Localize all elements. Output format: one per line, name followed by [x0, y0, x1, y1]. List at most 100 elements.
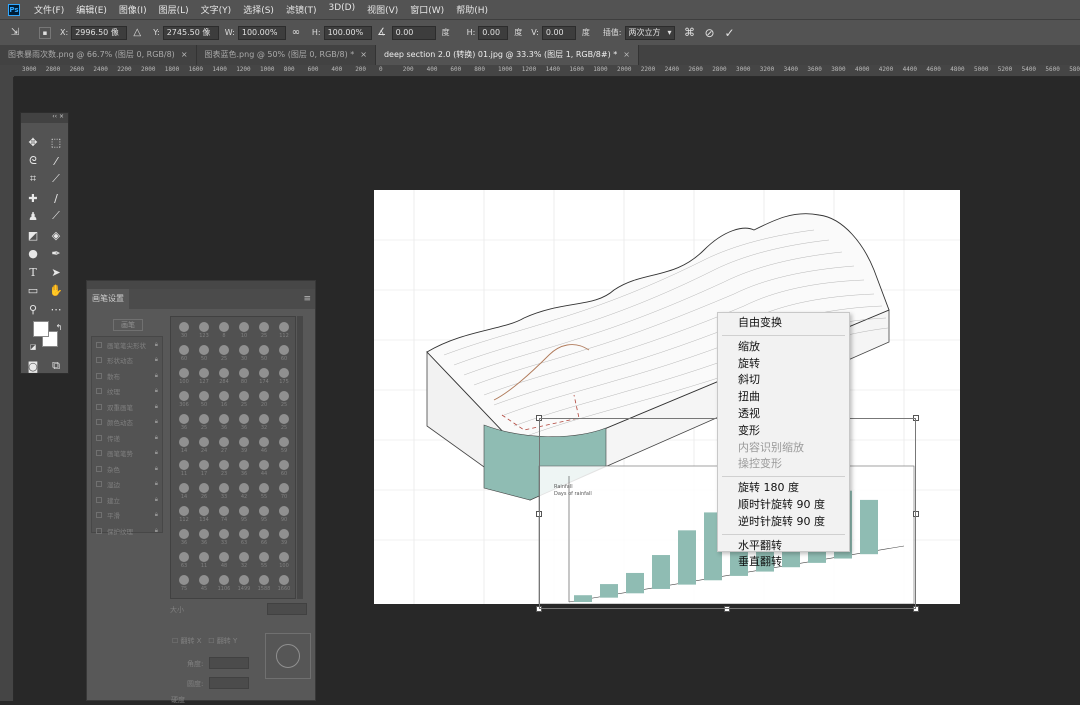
- checkbox[interactable]: [96, 512, 102, 519]
- lock-icon[interactable]: 🔒︎: [155, 465, 158, 473]
- brush-icon[interactable]: ∕: [48, 190, 64, 206]
- lock-icon[interactable]: 🔒︎: [155, 372, 158, 380]
- move-icon[interactable]: ✥: [25, 134, 41, 150]
- brush-tip[interactable]: 46: [255, 435, 273, 457]
- brush-tip[interactable]: 55: [255, 550, 273, 572]
- tips-scrollbar[interactable]: [297, 316, 303, 599]
- lock-icon[interactable]: 🔒︎: [155, 341, 158, 349]
- brush-option-item[interactable]: 双重画笔 🔒︎: [92, 399, 162, 415]
- pen-icon[interactable]: ✒: [48, 245, 64, 261]
- brush-tip[interactable]: 11: [175, 458, 193, 480]
- warp-mode-icon[interactable]: ⌘: [683, 26, 697, 40]
- brush-tip[interactable]: 66: [255, 527, 273, 549]
- brush-tip[interactable]: 33: [215, 481, 233, 503]
- cancel-transform-icon[interactable]: ⊘: [703, 26, 717, 40]
- context-menu-item[interactable]: 垂直翻转: [718, 554, 849, 571]
- brush-preset-button[interactable]: 画笔: [113, 319, 143, 331]
- menu-item[interactable]: 窗口(W): [404, 3, 450, 16]
- document-tab[interactable]: 图表暴雨次数.png @ 66.7% (图层 0, RGB/8) ×: [0, 45, 197, 65]
- close-icon[interactable]: ×: [360, 50, 367, 59]
- brush-tip[interactable]: 25: [255, 320, 273, 342]
- lock-icon[interactable]: 🔒︎: [155, 356, 158, 364]
- brush-option-item[interactable]: 形状动态 🔒︎: [92, 353, 162, 369]
- brush-tip[interactable]: 20: [255, 389, 273, 411]
- brush-tip[interactable]: 112: [275, 320, 293, 342]
- brush-option-item[interactable]: 纹理 🔒︎: [92, 384, 162, 400]
- swap-colors-icon[interactable]: ↰: [51, 319, 67, 335]
- blur-icon[interactable]: ●: [25, 245, 41, 261]
- brush-tip[interactable]: 112: [175, 504, 193, 526]
- menu-item[interactable]: 3D(D): [322, 3, 361, 16]
- checkbox[interactable]: [96, 527, 102, 534]
- brush-tip[interactable]: 50: [255, 343, 273, 365]
- brush-tip[interactable]: 100: [275, 550, 293, 572]
- hand-icon[interactable]: ✋: [48, 282, 64, 298]
- brush-tip[interactable]: 100: [175, 366, 193, 388]
- lock-icon[interactable]: 🔒︎: [155, 418, 158, 426]
- commit-transform-icon[interactable]: ✓: [723, 26, 737, 40]
- document-tab[interactable]: 图表蓝色.png @ 50% (图层 0, RGB/8) * ×: [196, 45, 376, 65]
- brush-tip[interactable]: 16: [215, 389, 233, 411]
- brush-tip[interactable]: 14: [175, 481, 193, 503]
- brush-tip[interactable]: 60: [275, 458, 293, 480]
- healing-icon[interactable]: ✚: [25, 190, 41, 206]
- brush-option-item[interactable]: 颜色动态 🔒︎: [92, 415, 162, 431]
- menu-item[interactable]: 文字(Y): [195, 3, 238, 16]
- brush-tip[interactable]: 127: [195, 366, 213, 388]
- context-menu-item[interactable]: 顺时针旋转 90 度: [718, 497, 849, 514]
- brush-tip[interactable]: 8: [215, 320, 233, 342]
- lasso-icon[interactable]: ᘓ: [25, 153, 41, 169]
- checkbox[interactable]: [96, 434, 102, 441]
- brush-tip[interactable]: 11: [195, 550, 213, 572]
- brush-tip[interactable]: 33: [215, 527, 233, 549]
- lock-icon[interactable]: 🔒︎: [155, 496, 158, 504]
- brush-tip[interactable]: 134: [195, 504, 213, 526]
- context-menu-item[interactable]: 斜切: [718, 372, 849, 389]
- brush-tip[interactable]: 25: [275, 412, 293, 434]
- brush-tip[interactable]: 50: [195, 389, 213, 411]
- brush-tip[interactable]: 36: [215, 412, 233, 434]
- brush-angle-preview[interactable]: [265, 633, 311, 679]
- brush-tip[interactable]: 95: [255, 504, 273, 526]
- checkbox[interactable]: [96, 372, 102, 379]
- checkbox[interactable]: [96, 465, 102, 472]
- context-menu-item[interactable]: 缩放: [718, 339, 849, 356]
- menu-item[interactable]: 滤镜(T): [280, 3, 323, 16]
- brush-tip[interactable]: 45: [195, 573, 213, 595]
- brush-tip[interactable]: 63: [175, 550, 193, 572]
- brush-option-item[interactable]: 建立 🔒︎: [92, 492, 162, 508]
- bucket-icon[interactable]: ◈: [48, 227, 64, 243]
- brush-tip[interactable]: 30: [175, 320, 193, 342]
- flip-x-checkbox[interactable]: ☐: [172, 637, 181, 645]
- screen-mode-icon[interactable]: ⧉: [48, 358, 64, 374]
- checkbox[interactable]: [96, 419, 102, 426]
- x-field[interactable]: 2996.50 像: [71, 25, 128, 40]
- brush-option-item[interactable]: 杂色 🔒︎: [92, 461, 162, 477]
- brush-tip[interactable]: 60: [175, 343, 193, 365]
- brush-tip[interactable]: 30: [235, 343, 253, 365]
- panel-title[interactable]: 画笔设置: [87, 289, 129, 309]
- interpolation-select[interactable]: 两次立方 ▾: [624, 25, 675, 40]
- brush-tip[interactable]: 25: [215, 343, 233, 365]
- path-select-icon[interactable]: ➤: [48, 264, 64, 280]
- size-field[interactable]: [267, 603, 307, 615]
- brush-tip[interactable]: 59: [275, 435, 293, 457]
- brush-tip[interactable]: 14: [175, 435, 193, 457]
- brush-tip[interactable]: 23: [215, 458, 233, 480]
- vskew-field[interactable]: 0.00: [541, 25, 576, 40]
- height-field[interactable]: 100.00%: [323, 25, 372, 40]
- brush-tip[interactable]: 32: [255, 412, 273, 434]
- panel-menu-icon[interactable]: ≡: [303, 294, 311, 304]
- crop-icon[interactable]: ⌗: [25, 171, 41, 187]
- brush-tip[interactable]: 284: [215, 366, 233, 388]
- lock-icon[interactable]: 🔒︎: [155, 403, 158, 411]
- brush-option-item[interactable]: 画笔笔尖形状 🔒︎: [92, 337, 162, 353]
- hskew-field[interactable]: 0.00: [478, 25, 509, 40]
- checkbox[interactable]: [96, 341, 102, 348]
- brush-option-item[interactable]: 平滑 🔒︎: [92, 508, 162, 524]
- brush-tip[interactable]: 25: [235, 389, 253, 411]
- close-icon[interactable]: ×: [623, 50, 630, 59]
- brush-tip[interactable]: 60: [275, 343, 293, 365]
- link-icon[interactable]: ∞: [289, 26, 303, 40]
- eraser-icon[interactable]: ◩: [25, 227, 41, 243]
